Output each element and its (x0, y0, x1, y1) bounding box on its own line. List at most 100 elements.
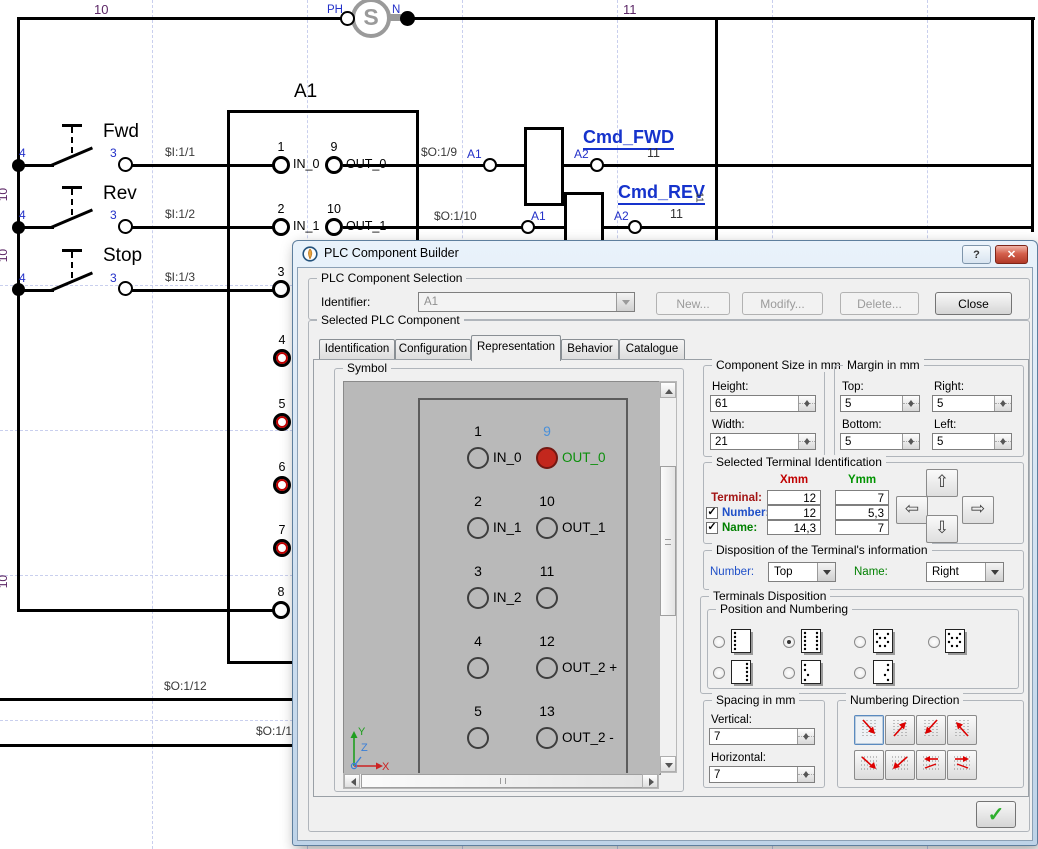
terminal-layout-option-1-radio[interactable] (713, 636, 725, 648)
terminal-layout-option-7-radio[interactable] (854, 667, 866, 679)
scroll-left-button[interactable] (344, 774, 360, 788)
move-right-button[interactable]: ⇨ (962, 496, 994, 524)
horizontal-scrollbar[interactable] (343, 773, 659, 789)
page-ref: 11 (623, 3, 637, 17)
name-x-field[interactable]: 14,3 (767, 520, 821, 535)
number-checkbox[interactable]: ✓ (706, 507, 718, 519)
tab-behavior[interactable]: Behavior (561, 339, 619, 360)
terminal[interactable] (536, 657, 558, 679)
terminal-name: OUT_0 (346, 158, 386, 172)
terminal[interactable] (536, 587, 558, 609)
numbering-direction-2-button[interactable] (885, 715, 915, 745)
spinner[interactable] (798, 434, 815, 449)
chevron-down-icon (985, 563, 1003, 581)
terminal-selected[interactable] (536, 447, 558, 469)
symbol-preview[interactable]: 1 IN_0 9 OUT_0 2 IN_1 10 OUT_1 (343, 381, 661, 775)
margin-left-field[interactable]: 5 (932, 433, 1012, 450)
name-row-label: Name: (722, 522, 757, 535)
tab-representation[interactable]: Representation (471, 335, 561, 361)
dialog-titlebar[interactable]: PLC Component Builder ? ✕ (293, 241, 1037, 267)
spinner[interactable] (798, 396, 815, 411)
move-down-button[interactable]: ⇩ (926, 515, 958, 543)
width-field[interactable]: 21 (710, 433, 816, 450)
vertical-spacing-field[interactable]: 7 (709, 728, 815, 745)
numbering-direction-4-button[interactable] (947, 715, 977, 745)
scroll-right-button[interactable] (642, 774, 658, 788)
terminal-number: 4 (464, 633, 492, 649)
number-y-field[interactable]: 5,3 (835, 505, 889, 520)
move-up-button[interactable]: ⇧ (926, 469, 958, 497)
numbering-direction-5-button[interactable] (854, 750, 884, 780)
margin-top-field[interactable]: 5 (840, 395, 920, 412)
help-button[interactable]: ? (962, 245, 991, 264)
name-x-value: 14,3 (794, 523, 816, 535)
scroll-down-button[interactable] (660, 756, 676, 772)
modify-button[interactable]: Modify... (742, 292, 823, 315)
plc-component-builder-dialog[interactable]: PLC Component Builder ? ✕ PLC Component … (292, 240, 1038, 846)
spinner[interactable] (797, 729, 814, 744)
terminal-number: 2 (272, 203, 290, 217)
terminal[interactable] (467, 517, 489, 539)
name-y-field[interactable]: 7 (835, 520, 889, 535)
spinner[interactable] (994, 396, 1011, 411)
numbering-direction-8-button[interactable] (947, 750, 977, 780)
number-disposition-dropdown[interactable]: Top (768, 562, 836, 582)
terminal[interactable] (467, 727, 489, 749)
spinner[interactable] (902, 396, 919, 411)
terminal-number: 1 (464, 423, 492, 439)
delete-button[interactable]: Delete... (840, 292, 919, 315)
terminal[interactable] (467, 447, 489, 469)
wire (0, 698, 293, 701)
terminal-number: 4 (273, 334, 291, 348)
vertical-scrollbar[interactable] (659, 381, 677, 773)
terminal[interactable] (467, 657, 489, 679)
terminal (272, 601, 290, 619)
numbering-direction-3-button[interactable] (916, 715, 946, 745)
pin-number: 3 (110, 209, 117, 222)
terminal-y-field[interactable]: 7 (835, 490, 889, 505)
margin-right-field[interactable]: 5 (932, 395, 1012, 412)
terminal-layout-option-6-radio[interactable] (783, 667, 795, 679)
new-button[interactable]: New... (656, 292, 730, 315)
height-field[interactable]: 61 (710, 395, 816, 412)
numbering-direction-6-button[interactable] (885, 750, 915, 780)
numbering-direction-7-icon (920, 752, 942, 779)
coil-pin-label: A2 (614, 210, 629, 223)
terminal[interactable] (536, 727, 558, 749)
ok-button[interactable]: ✓ (976, 801, 1016, 828)
horizontal-scroll-thumb[interactable] (361, 774, 643, 788)
terminal-layout-option-3-icon (872, 628, 899, 663)
dialog-client-area: PLC Component Selection Identifier: A1 N… (297, 267, 1033, 841)
number-y-value: 5,3 (868, 508, 884, 520)
tab-configuration[interactable]: Configuration (395, 339, 471, 360)
terminal[interactable] (467, 587, 489, 609)
close-dialog-button[interactable]: Close (935, 292, 1012, 315)
terminal-number: 5 (273, 398, 291, 412)
numbering-direction-7-button[interactable] (916, 750, 946, 780)
close-button[interactable]: ✕ (995, 245, 1028, 264)
numbering-direction-1-button[interactable] (854, 715, 884, 745)
tab-identification[interactable]: Identification (319, 339, 395, 360)
terminal-layout-option-2-icon (800, 628, 827, 663)
number-x-field[interactable]: 12 (767, 505, 821, 520)
name-disposition-dropdown[interactable]: Right (926, 562, 1004, 582)
margin-bottom-field[interactable]: 5 (840, 433, 920, 450)
coil-terminal (628, 220, 642, 234)
terminal[interactable] (536, 517, 558, 539)
terminal-x-field[interactable]: 12 (767, 490, 821, 505)
horizontal-spacing-field[interactable]: 7 (709, 766, 815, 783)
tab-catalogue[interactable]: Catalogue (619, 339, 685, 360)
identifier-dropdown[interactable]: A1 (418, 292, 635, 312)
spinner[interactable] (797, 767, 814, 782)
spinner[interactable] (902, 434, 919, 449)
terminal-layout-option-4-radio[interactable] (928, 636, 940, 648)
name-checkbox[interactable]: ✓ (706, 522, 718, 534)
move-left-button[interactable]: ⇦ (896, 496, 928, 524)
terminal-layout-option-2-radio[interactable] (783, 636, 795, 648)
terminal-layout-option-3-radio[interactable] (854, 636, 866, 648)
spinner[interactable] (994, 434, 1011, 449)
axes-icon: Y Z X (346, 724, 388, 772)
vertical-scroll-thumb[interactable] (660, 466, 676, 616)
scroll-up-button[interactable] (660, 382, 676, 398)
terminal-layout-option-5-radio[interactable] (713, 667, 725, 679)
